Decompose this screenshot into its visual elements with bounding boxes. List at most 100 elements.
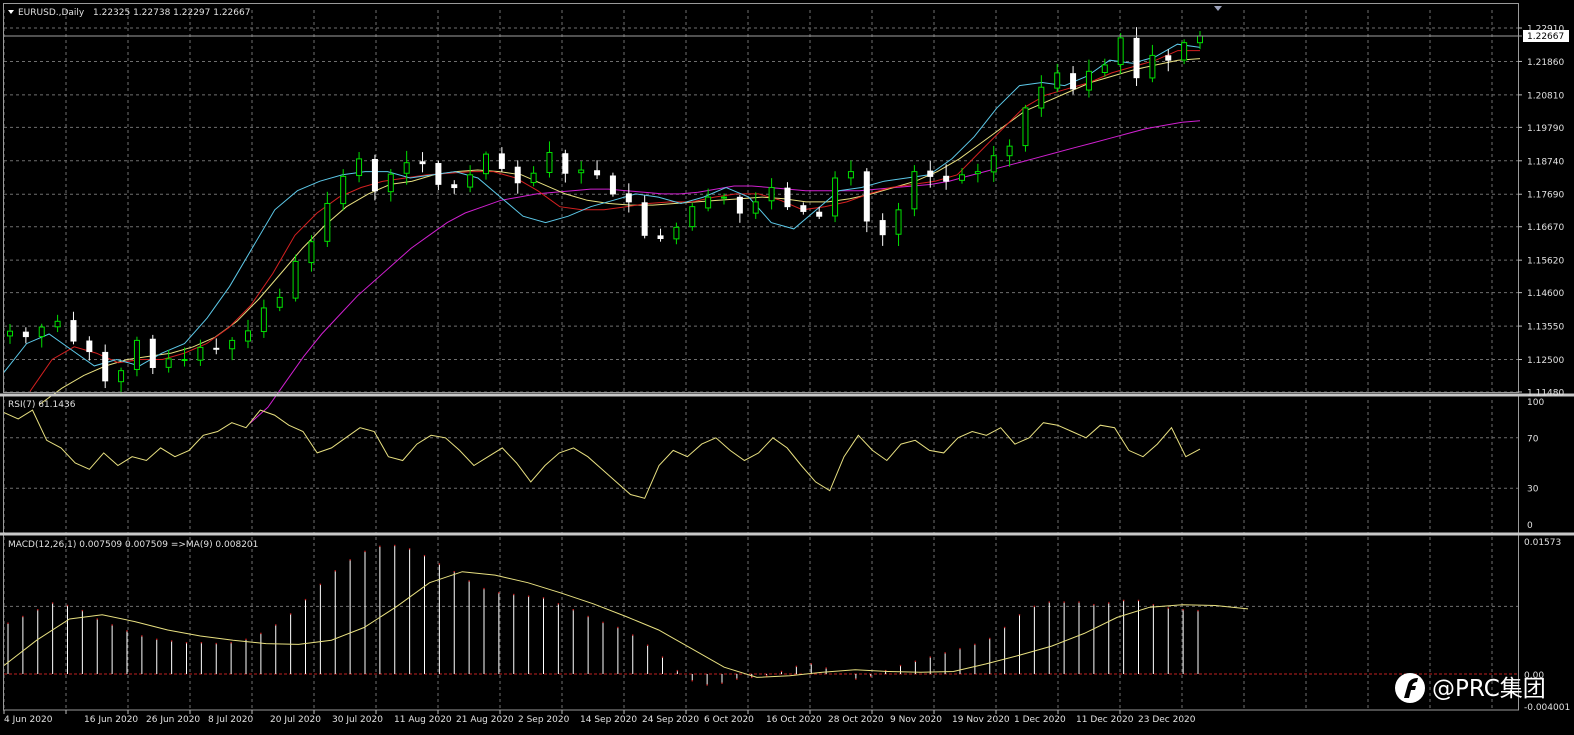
candle-body[interactable] [832, 177, 839, 217]
candle-body[interactable] [879, 220, 886, 236]
candle-body[interactable] [70, 320, 77, 342]
candle-body[interactable] [990, 155, 997, 173]
y-tick-label: 1.15620 [1527, 257, 1564, 267]
macd-bar-tip [721, 682, 723, 685]
candle-body[interactable] [324, 202, 331, 242]
candle-body[interactable] [863, 171, 870, 222]
candle-body[interactable] [816, 211, 823, 217]
candle-body[interactable] [1101, 64, 1108, 73]
candle-body[interactable] [562, 153, 569, 174]
macd-bar-tip [780, 670, 783, 673]
candle-body[interactable] [292, 260, 299, 299]
candle-body[interactable] [86, 340, 93, 353]
candle-body[interactable] [752, 201, 759, 214]
macd-bar-tip [632, 634, 634, 636]
candle-body[interactable] [689, 206, 696, 228]
x-tick-label: 9 Nov 2020 [890, 715, 942, 725]
candle-body[interactable] [7, 330, 13, 337]
macd-bar-tip [870, 675, 872, 678]
macd-bar-tip [185, 642, 188, 644]
macd-bar-tip [974, 643, 976, 646]
candle-body[interactable] [609, 175, 616, 195]
candle-body[interactable] [498, 153, 505, 169]
macd-bar-tip [51, 602, 54, 604]
candle-body[interactable] [102, 351, 109, 382]
candle-body[interactable] [1149, 54, 1156, 79]
candle-body[interactable] [594, 170, 601, 176]
candle-body[interactable] [1197, 35, 1203, 44]
candle-body[interactable] [1085, 70, 1092, 91]
candle-body[interactable] [768, 187, 775, 202]
candle-body[interactable] [784, 187, 791, 208]
candle-body[interactable] [657, 235, 664, 240]
macd-bar-tip [81, 609, 84, 612]
candle-body[interactable] [1117, 37, 1124, 66]
candle-body[interactable] [1133, 37, 1140, 79]
candle-body[interactable] [54, 320, 61, 328]
candle-body[interactable] [927, 170, 934, 177]
symbol-label[interactable]: EURUSD.,Daily [18, 8, 85, 18]
candle-body[interactable] [181, 359, 188, 362]
candle-body[interactable] [514, 166, 521, 184]
candle-body[interactable] [229, 339, 236, 350]
candle-body[interactable] [276, 296, 283, 308]
candle-body[interactable] [149, 338, 156, 368]
watermark-text: @PRC集团 [1432, 676, 1546, 702]
candle-body[interactable] [721, 196, 727, 199]
candle-body[interactable] [403, 162, 410, 174]
candle-body[interactable] [800, 205, 807, 212]
rsi-tick-label: 100 [1527, 398, 1544, 408]
candle-body[interactable] [133, 339, 140, 370]
candle-body[interactable] [483, 153, 489, 175]
candle-body[interactable] [578, 169, 585, 174]
candle-body[interactable] [641, 202, 648, 236]
candle-body[interactable] [705, 196, 712, 209]
candle-body[interactable] [451, 184, 458, 189]
candle-body[interactable] [340, 175, 347, 205]
x-tick-label: 11 Dec 2020 [1076, 715, 1134, 725]
candle-body[interactable] [467, 174, 474, 188]
candle-body[interactable] [1070, 73, 1077, 90]
candle-body[interactable] [736, 196, 743, 214]
candle-body[interactable] [673, 226, 680, 240]
candle-body[interactable] [356, 158, 363, 177]
macd-bar-tip [379, 545, 381, 548]
macd-bar-tip [1003, 626, 1006, 629]
candle-body[interactable] [625, 193, 632, 203]
y-tick-label: 1.20810 [1527, 91, 1564, 101]
candle-body[interactable] [546, 152, 553, 173]
candle-body[interactable] [435, 163, 442, 185]
candle-body[interactable] [22, 331, 29, 338]
macd-bar-tip [989, 637, 991, 640]
candle-body[interactable] [911, 171, 918, 210]
current-price-value: 1.22667 [1527, 32, 1564, 42]
candle-body[interactable] [847, 171, 854, 179]
candle-body[interactable] [118, 370, 125, 383]
candle-body[interactable] [213, 347, 220, 350]
y-tick-label: 1.14600 [1527, 289, 1564, 299]
candle-body[interactable] [1006, 145, 1013, 157]
candle-body[interactable] [943, 175, 950, 182]
candle-body[interactable] [245, 330, 251, 342]
candle-body[interactable] [197, 346, 204, 361]
y-tick-label: 1.16670 [1527, 223, 1564, 233]
candle-body[interactable] [959, 174, 965, 181]
candle-body[interactable] [419, 161, 426, 165]
candle-body[interactable] [371, 158, 378, 192]
candle-body[interactable] [1165, 55, 1172, 61]
candle-body[interactable] [387, 173, 394, 193]
candle-body[interactable] [165, 358, 172, 368]
candle-body[interactable] [1181, 42, 1188, 61]
candle-body[interactable] [974, 171, 981, 175]
candle-body[interactable] [38, 326, 45, 338]
trading-chart[interactable]: 1.229101.218601.208101.197901.187401.176… [0, 0, 1574, 735]
x-tick-label: 28 Oct 2020 [828, 715, 884, 725]
candle-body[interactable] [1054, 72, 1061, 89]
macd-bar-tip [230, 642, 232, 644]
candle-body[interactable] [1038, 86, 1045, 109]
candle-body[interactable] [895, 209, 902, 235]
candle-body[interactable] [260, 307, 267, 333]
candle-body[interactable] [530, 172, 537, 184]
candle-body[interactable] [308, 241, 315, 264]
candle-body[interactable] [1022, 107, 1029, 147]
